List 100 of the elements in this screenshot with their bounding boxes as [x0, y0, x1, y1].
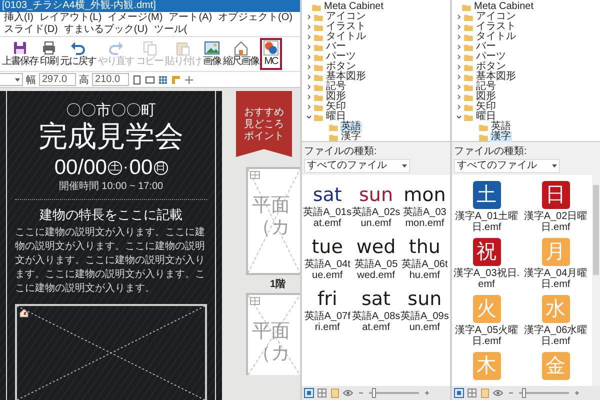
plus-icon[interactable] — [572, 388, 582, 398]
menu-item[interactable]: レイアウト(L) — [39, 12, 102, 24]
chevron-right-icon[interactable] — [306, 14, 312, 20]
word-thumbnail[interactable]: sun — [359, 183, 393, 207]
chevron-right-icon[interactable] — [306, 64, 312, 70]
grid-icon[interactable] — [158, 74, 168, 84]
tree-item[interactable]: 漢字 — [490, 132, 512, 142]
chevron-right-icon[interactable] — [456, 64, 462, 70]
chevron-right-icon[interactable] — [456, 14, 462, 20]
eye-icon[interactable] — [493, 388, 503, 398]
tree-item[interactable]: 漢字 — [340, 132, 362, 142]
scrollbar[interactable] — [592, 175, 600, 386]
menu-item[interactable]: オブジェクト(O) — [218, 12, 292, 24]
slider-thumb[interactable] — [372, 388, 376, 398]
toolbar-button[interactable]: MC — [260, 38, 282, 70]
landscape-page-icon[interactable] — [145, 74, 156, 84]
list-view-icon[interactable] — [304, 388, 314, 398]
tree-item[interactable]: ボタン — [475, 62, 507, 72]
tree-item[interactable]: アイコン — [325, 12, 367, 22]
word-thumbnail[interactable]: sun — [408, 287, 442, 311]
tree-item[interactable]: タイトル — [475, 32, 517, 42]
word-thumbnail[interactable]: mon — [404, 183, 446, 207]
chevron-right-icon[interactable] — [306, 24, 312, 30]
chevron-right-icon[interactable] — [456, 54, 462, 60]
tree-item[interactable]: アイコン — [475, 12, 517, 22]
chevron-right-icon[interactable] — [306, 54, 312, 60]
tree-item[interactable]: 英語 — [340, 122, 362, 132]
grid-view-icon[interactable] — [317, 388, 327, 398]
slider-thumb[interactable] — [522, 388, 526, 398]
tree-item[interactable]: 曜日 — [475, 112, 497, 122]
portrait-page-icon[interactable] — [132, 74, 142, 84]
tree-item[interactable]: バー — [325, 42, 347, 52]
toolbar-button[interactable]: 上書保存 — [1, 38, 39, 70]
tree-item[interactable]: 基本図形 — [475, 72, 517, 82]
kanji-tile[interactable]: 土 — [472, 181, 500, 209]
height-field[interactable]: 210.0 — [92, 73, 130, 86]
weekday-mark: 日 — [154, 160, 168, 174]
grid-view-icon[interactable] — [467, 388, 477, 398]
toolbar-button[interactable]: 画像 — [202, 38, 222, 70]
chevron-right-icon[interactable] — [456, 74, 462, 80]
toolbar-button[interactable]: 元に戻す — [59, 38, 97, 70]
tree-item[interactable]: 英語 — [490, 122, 512, 132]
tree-item[interactable]: バー — [475, 42, 497, 52]
chevron-right-icon[interactable] — [456, 34, 462, 40]
chevron-right-icon[interactable] — [456, 44, 462, 50]
menu-item[interactable]: ツール( — [154, 24, 188, 36]
plus-icon[interactable] — [422, 388, 432, 398]
ruler-icon[interactable] — [171, 74, 182, 84]
tree-item[interactable]: 記号 — [325, 82, 347, 92]
tree-item[interactable]: 矢印 — [325, 102, 347, 112]
toolbar-button[interactable]: 印刷 — [39, 38, 59, 70]
menu-item[interactable]: 挿入(I) — [4, 12, 34, 24]
word-thumbnail[interactable]: wed — [356, 235, 396, 259]
tree-item[interactable]: パーツ — [475, 52, 507, 62]
toolbar-button[interactable]: 縮尺画像 — [222, 38, 260, 70]
tree-item[interactable]: Meta Cabinet — [473, 2, 534, 12]
tree-item[interactable]: 記号 — [475, 82, 497, 92]
file-type-dropdown[interactable]: すべてのファイル — [304, 159, 410, 173]
chevron-right-icon[interactable] — [306, 34, 312, 40]
tree-item[interactable]: Meta Cabinet — [323, 2, 384, 12]
kanji-tile[interactable]: 祝 — [472, 238, 500, 266]
tree-item[interactable]: 基本図形 — [325, 72, 367, 82]
chevron-right-icon[interactable] — [306, 74, 312, 80]
eye-icon[interactable] — [343, 388, 353, 398]
chevron-down-icon[interactable] — [456, 114, 462, 120]
chevron-right-icon[interactable] — [306, 44, 312, 50]
clipboard-icon[interactable] — [480, 388, 490, 398]
tree-item[interactable]: 図形 — [475, 92, 497, 102]
tree-item[interactable]: 矢印 — [475, 102, 497, 112]
chevron-right-icon[interactable] — [306, 94, 312, 100]
tree-item[interactable]: 図形 — [325, 92, 347, 102]
tree-item[interactable]: イラスト — [325, 22, 367, 32]
chevron-right-icon[interactable] — [456, 104, 462, 110]
tree-item[interactable]: タイトル — [325, 32, 367, 42]
chevron-right-icon[interactable] — [306, 104, 312, 110]
tree-item[interactable]: パーツ — [325, 52, 357, 62]
word-thumbnail[interactable]: tue — [312, 235, 343, 259]
chevron-down-icon[interactable] — [306, 114, 312, 120]
tree-item[interactable]: イラスト — [475, 22, 517, 32]
clipboard-icon[interactable] — [330, 388, 340, 398]
chevron-right-icon[interactable] — [456, 94, 462, 100]
tree-item[interactable]: 曜日 — [325, 112, 347, 122]
dropdown[interactable] — [0, 73, 23, 86]
chevron-right-icon[interactable] — [306, 84, 312, 90]
tree-item[interactable]: ボタン — [325, 62, 357, 72]
menu-item[interactable]: イメージ(M) — [108, 12, 163, 24]
word-thumbnail[interactable]: fri — [317, 287, 338, 311]
word-thumbnail[interactable]: sat — [361, 287, 390, 311]
file-type-dropdown[interactable]: すべてのファイル — [454, 159, 560, 173]
kanji-tile[interactable]: 日 — [542, 181, 570, 209]
crosshair-icon[interactable] — [184, 74, 194, 84]
menu-item[interactable]: すまいるブック(U) — [64, 24, 148, 36]
width-field[interactable]: 297.0 — [39, 73, 76, 86]
menu-item[interactable]: スライド(D) — [4, 24, 58, 36]
list-view-icon[interactable] — [454, 388, 464, 398]
chevron-right-icon[interactable] — [456, 24, 462, 30]
word-thumbnail[interactable]: thu — [408, 235, 440, 259]
word-thumbnail[interactable]: sat — [312, 183, 342, 207]
menu-item[interactable]: アート(A) — [168, 12, 212, 24]
chevron-right-icon[interactable] — [456, 84, 462, 90]
